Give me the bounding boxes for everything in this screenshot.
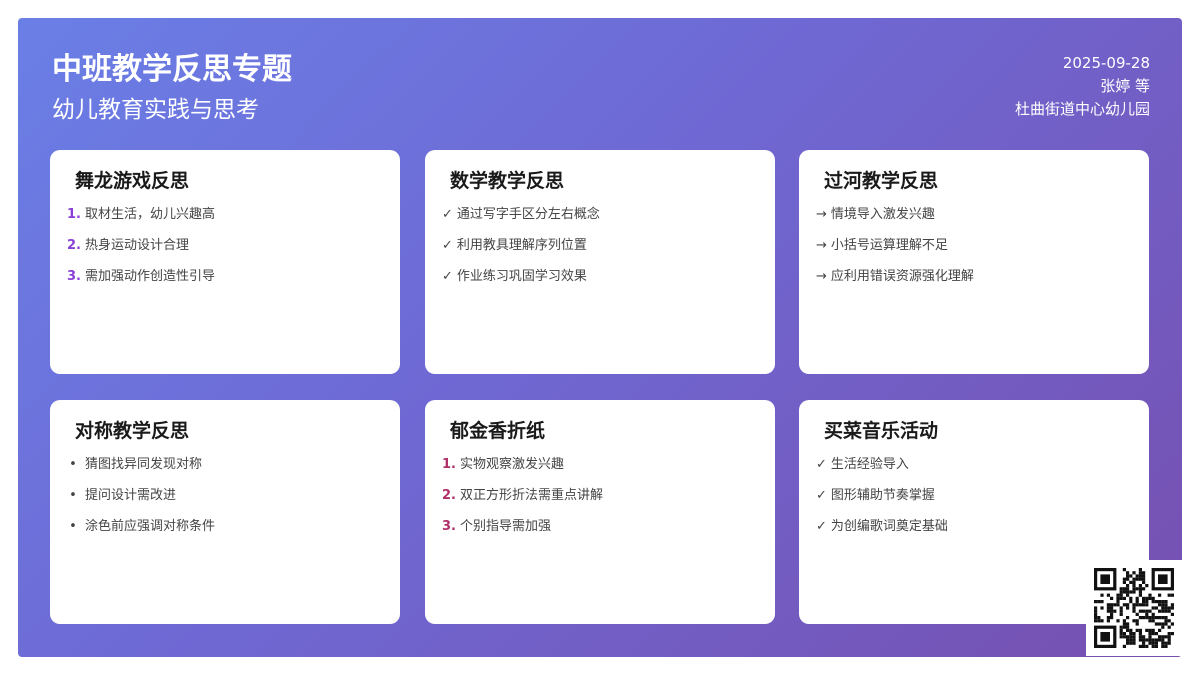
arrow-right-icon: → — [816, 207, 827, 222]
list-item: 3. 个别指导需加强 — [442, 518, 759, 536]
arrow-right-icon: → — [816, 269, 827, 284]
item-text: 为创编歌词奠定基础 — [830, 519, 948, 534]
item-marker: 2. — [67, 238, 81, 253]
check-icon: ✓ — [442, 207, 453, 222]
item-text: 涂色前应强调对称条件 — [85, 519, 216, 534]
list-item: 3. 需加强动作创造性引导 — [67, 268, 384, 286]
page-title: 中班教学反思专题 — [52, 52, 292, 87]
item-marker: 3. — [67, 269, 81, 284]
check-icon: ✓ — [816, 457, 827, 472]
card-math-teaching: 数学教学反思 ✓ 通过写字手区分左右概念 ✓ 利用教具理解序列位置 ✓ 作业练习… — [425, 150, 775, 374]
card-tulip-origami: 郁金香折纸 1. 实物观察激发兴趣 2. 双正方形折法需重点讲解 3. 个别指导… — [425, 400, 775, 624]
item-text: 情境导入激发兴趣 — [830, 207, 935, 222]
list-item: → 小括号运算理解不足 — [816, 237, 1133, 255]
meta-block: 2025-09-28 张婷 等 杜曲街道中心幼儿园 — [1015, 52, 1150, 121]
card-title: 郁金香折纸 — [450, 420, 546, 442]
list-item: 2. 双正方形折法需重点讲解 — [442, 487, 759, 505]
card-title: 过河教学反思 — [824, 170, 939, 192]
bullet-icon: • — [69, 488, 77, 503]
item-text: 应利用错误资源强化理解 — [830, 269, 974, 284]
list-item: • 涂色前应强调对称条件 — [67, 518, 384, 536]
author-text: 张婷 等 — [1100, 77, 1150, 95]
organization-text: 杜曲街道中心幼儿园 — [1014, 100, 1150, 118]
check-icon: ✓ — [816, 488, 827, 503]
item-text: 通过写字手区分左右概念 — [456, 207, 600, 222]
arrow-right-icon: → — [816, 238, 827, 253]
card-title: 买菜音乐活动 — [824, 420, 939, 442]
list-item: 1. 取材生活，幼儿兴趣高 — [67, 206, 384, 224]
list-item: ✓ 为创编歌词奠定基础 — [816, 518, 1133, 536]
card-river-crossing: 过河教学反思 → 情境导入激发兴趣 → 小括号运算理解不足 → 应利用错误资源强… — [799, 150, 1149, 374]
list-item: → 应利用错误资源强化理解 — [816, 268, 1133, 286]
check-icon: ✓ — [816, 519, 827, 534]
item-text: 提问设计需改进 — [85, 488, 177, 503]
item-marker: 1. — [442, 457, 456, 472]
qr-code-icon — [1086, 560, 1182, 656]
item-marker: 2. — [442, 488, 456, 503]
card-title: 对称教学反思 — [75, 420, 190, 442]
list-item: ✓ 图形辅助节奏掌握 — [816, 487, 1133, 505]
list-item: ✓ 通过写字手区分左右概念 — [442, 206, 759, 224]
card-title: 舞龙游戏反思 — [75, 170, 190, 192]
item-text: 需加强动作创造性引导 — [84, 269, 215, 284]
card-title: 数学教学反思 — [450, 170, 565, 192]
card-dragon-dance: 舞龙游戏反思 1. 取材生活，幼儿兴趣高 2. 热身运动设计合理 3. 需加强动… — [50, 150, 400, 374]
check-icon: ✓ — [442, 238, 453, 253]
item-text: 图形辅助节奏掌握 — [830, 488, 935, 503]
list-item: • 提问设计需改进 — [67, 487, 384, 505]
list-item: ✓ 作业练习巩固学习效果 — [442, 268, 759, 286]
list-item: ✓ 利用教具理解序列位置 — [442, 237, 759, 255]
list-item: • 猜图找异同发现对称 — [67, 456, 384, 474]
item-text: 实物观察激发兴趣 — [459, 457, 564, 472]
page-subtitle: 幼儿教育实践与思考 — [52, 97, 259, 123]
list-item: ✓ 生活经验导入 — [816, 456, 1133, 474]
qr-code-graphic — [1094, 568, 1174, 648]
item-text: 利用教具理解序列位置 — [456, 238, 587, 253]
item-text: 猜图找异同发现对称 — [85, 457, 203, 472]
list-item: 1. 实物观察激发兴趣 — [442, 456, 759, 474]
item-text: 热身运动设计合理 — [84, 238, 189, 253]
bullet-icon: • — [69, 519, 77, 534]
item-text: 个别指导需加强 — [459, 519, 551, 534]
list-item: 2. 热身运动设计合理 — [67, 237, 384, 255]
list-item: → 情境导入激发兴趣 — [816, 206, 1133, 224]
date-text: 2025-09-28 — [1062, 54, 1150, 72]
bullet-icon: • — [69, 457, 77, 472]
card-symmetry-teaching: 对称教学反思 • 猜图找异同发现对称 • 提问设计需改进 • 涂色前应强调对称条… — [50, 400, 400, 624]
item-text: 双正方形折法需重点讲解 — [459, 488, 603, 503]
item-text: 生活经验导入 — [830, 457, 909, 472]
item-text: 小括号运算理解不足 — [830, 238, 948, 253]
item-marker: 1. — [67, 207, 81, 222]
item-text: 作业练习巩固学习效果 — [456, 269, 587, 284]
slide-background: 中班教学反思专题 幼儿教育实践与思考 2025-09-28 张婷 等 杜曲街道中… — [18, 18, 1182, 657]
item-marker: 3. — [442, 519, 456, 534]
item-text: 取材生活，幼儿兴趣高 — [84, 207, 215, 222]
check-icon: ✓ — [442, 269, 453, 284]
